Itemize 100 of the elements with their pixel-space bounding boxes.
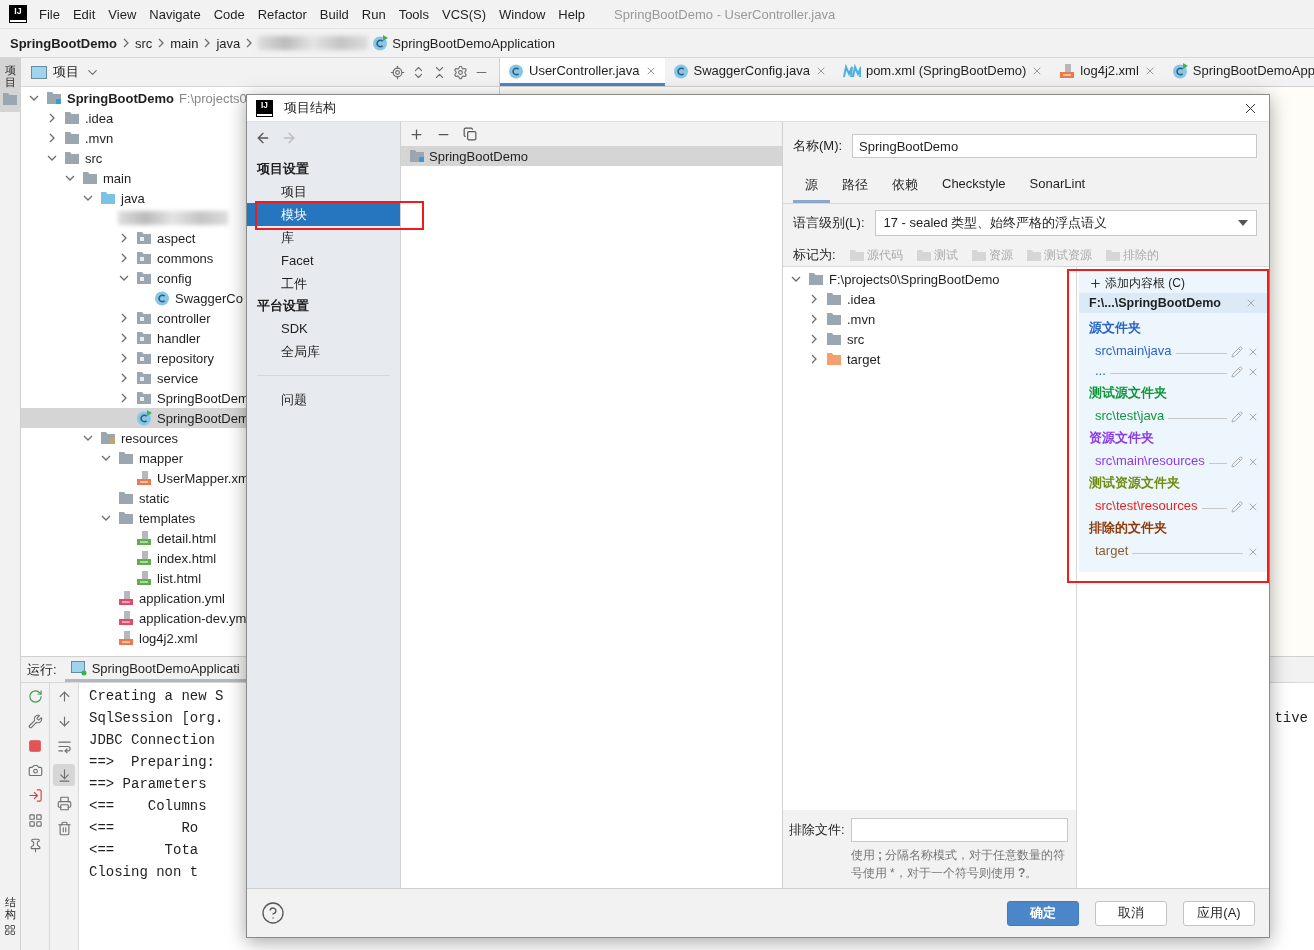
tree-item[interactable]: repository [21,348,219,368]
panel-title[interactable]: 项目 [53,63,79,81]
wrench-icon[interactable] [27,714,43,729]
folder-tree-item[interactable]: src [783,329,869,349]
breadcrumb[interactable]: SpringBootDemoApplication [392,35,555,51]
menu-item[interactable]: File [39,6,60,22]
breadcrumb[interactable]: src [134,35,153,51]
menu-item[interactable]: VCS(S) [442,6,487,22]
dialog-button[interactable]: 确定 [1007,900,1079,926]
chevron-down-icon[interactable] [101,453,111,463]
scroll-to-end-toggle[interactable] [53,764,75,786]
name-field[interactable]: SpringBootDemo [852,134,1257,158]
stop-icon[interactable] [28,739,42,753]
chevron-down-icon[interactable] [101,513,111,523]
dialog-button[interactable]: 应用(A) [1183,900,1255,926]
dialog-button[interactable]: 取消 [1095,900,1167,926]
tree-item[interactable]: src [21,148,107,168]
nav-item[interactable]: 项目 [247,180,400,203]
chevron-down-icon[interactable] [65,173,75,183]
chevron-down-icon[interactable] [791,274,801,284]
menu-item[interactable]: View [108,6,137,22]
exclude-files-field[interactable] [850,818,1068,842]
tree-item[interactable]: main [21,168,136,188]
tree-item[interactable]: SpringBootDemo F:\projects0 [21,88,251,108]
nav-item[interactable]: 库 [247,226,400,249]
print-icon[interactable] [56,796,72,811]
tree-item[interactable]: index.html [21,548,221,568]
tree-item[interactable]: log4j2.xml [21,628,202,648]
tool-window-tab[interactable]: 结构 [0,889,20,942]
tree-item[interactable]: config [21,268,196,288]
tab[interactable]: SonarLint [1017,172,1098,203]
tree-item[interactable]: .idea [21,108,118,128]
tree-item[interactable]: service [21,368,203,388]
menu-item[interactable]: Navigate [149,6,201,22]
chevron-right-icon[interactable] [809,334,819,344]
editor-tab[interactable]: SpringBootDemoApp [1163,58,1314,86]
chevron-right-icon[interactable] [119,313,129,323]
tab[interactable]: 依赖 [880,172,930,203]
settings-icon[interactable] [453,64,468,80]
chevron-down-icon[interactable] [47,153,57,163]
tree-item[interactable]: SwaggerCo [21,288,247,308]
tree-item[interactable]: .mvn [21,128,118,148]
down-arrow-icon[interactable] [56,714,72,729]
nav-item[interactable]: 工件 [247,272,400,295]
soft-wrap-icon[interactable] [56,739,72,754]
chevron-right-icon[interactable] [119,393,129,403]
folder-tree-item[interactable]: .mvn [783,309,880,329]
tree-item[interactable]: mapper [21,448,188,468]
chevron-down-icon[interactable] [83,433,93,443]
tree-item[interactable]: templates [21,508,200,528]
editor-tab[interactable]: log4j2.xml [1051,58,1164,86]
back-icon[interactable] [255,130,271,146]
chevron-right-icon[interactable] [119,333,129,343]
trash-icon[interactable] [56,821,72,836]
chevron-right-icon[interactable] [119,233,129,243]
folder-tree-item[interactable]: .idea [783,289,880,309]
chevron-down-icon[interactable] [119,273,129,283]
menu-item[interactable]: Help [558,6,586,22]
layout-icon[interactable] [27,813,43,828]
nav-item[interactable]: 全局库 [247,340,400,363]
chevron-right-icon[interactable] [809,294,819,304]
chevron-right-icon[interactable] [809,314,819,324]
module-item[interactable]: SpringBootDemo [401,146,782,166]
folder-tree-item[interactable]: target [783,349,885,369]
tab[interactable]: 路径 [830,172,880,203]
menu-item[interactable]: Code [213,6,245,22]
tab[interactable]: Checkstyle [930,172,1018,203]
tree-item[interactable]: static [21,488,174,508]
tree-item[interactable]: resources [21,428,183,448]
tree-item[interactable]: java [21,188,149,208]
add-icon[interactable] [409,126,424,142]
nav-item[interactable]: SDK [247,317,400,340]
menu-item[interactable]: Tools [398,6,429,22]
locate-icon[interactable] [390,64,405,80]
chevron-right-icon[interactable] [47,113,57,123]
nav-item[interactable]: Facet [247,249,400,272]
tree-item[interactable]: detail.html [21,528,221,548]
tab[interactable]: 源 [793,172,830,203]
menu-item[interactable]: Edit [72,6,96,22]
chevron-right-icon[interactable] [47,133,57,143]
add-content-root-button[interactable]: 添加内容根 (C) [1079,273,1189,293]
tree-item[interactable]: UserMapper.xm [21,468,253,488]
breadcrumb[interactable]: java [216,35,241,51]
tree-item[interactable]: list.html [21,568,206,588]
chevron-right-icon[interactable] [809,354,819,364]
editor-tab[interactable]: SwaggerConfig.java [664,58,835,86]
editor-tab[interactable]: UserController.java [500,58,665,86]
up-arrow-icon[interactable] [56,689,72,704]
breadcrumb[interactable]: main [170,35,199,51]
folder-tree-item[interactable]: F:\projects0\SpringBootDemo [783,269,1004,289]
chevron-down-icon[interactable] [83,193,93,203]
pin-icon[interactable] [27,838,43,853]
copy-icon[interactable] [463,127,477,141]
editor-tab[interactable]: pom.xml (SpringBootDemo) [834,58,1052,86]
chevron-right-icon[interactable] [119,373,129,383]
help-icon[interactable] [261,901,285,925]
nav-item[interactable]: 模块 [247,203,400,226]
chevron-right-icon[interactable] [119,253,129,263]
tree-item[interactable]: handler [21,328,205,348]
menu-item[interactable]: Build [319,6,349,22]
